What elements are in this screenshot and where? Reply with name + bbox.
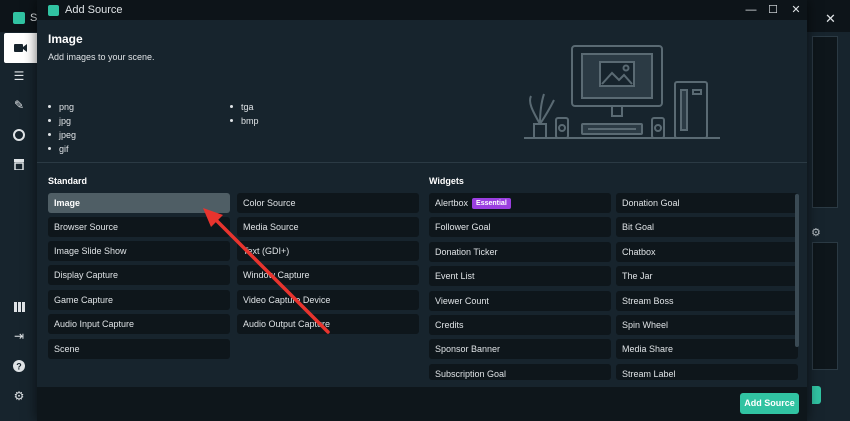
source-image-slide-show-button[interactable]: Image Slide Show <box>48 241 230 261</box>
source-video-capture-device-button[interactable]: Video Capture Device <box>237 290 419 310</box>
widget-label: Alertbox <box>435 198 469 208</box>
widget-the-jar-button[interactable]: The Jar <box>616 266 798 286</box>
mixer-icon[interactable]: ☰ <box>9 66 29 86</box>
widget-follower-goal-button[interactable]: Follower Goal <box>429 217 611 237</box>
format-item: gif <box>48 142 76 156</box>
format-list-2: tga bmp <box>230 100 259 128</box>
source-text-gdi-button[interactable]: Text (GDI+) <box>237 241 419 261</box>
editor-camera-icon[interactable] <box>4 33 37 63</box>
widget-donation-goal-button[interactable]: Donation Goal <box>616 193 798 213</box>
format-item: tga <box>230 100 259 114</box>
add-source-button[interactable]: Add Source <box>740 393 799 414</box>
source-display-capture-button[interactable]: Display Capture <box>48 265 230 285</box>
format-item: png <box>48 100 76 114</box>
widgets-scrollbar[interactable] <box>795 194 799 347</box>
app-sidebar: ☰ ✎ ⇥ ? ⚙ <box>0 32 37 421</box>
app-logo-icon <box>13 12 25 24</box>
widgets-heading: Widgets <box>429 176 464 186</box>
source-game-capture-button[interactable]: Game Capture <box>48 290 230 310</box>
source-title: Image <box>48 32 83 46</box>
go-live-button-edge[interactable] <box>812 386 821 404</box>
dialog-logo-icon <box>48 5 59 16</box>
widget-media-share-button[interactable]: Media Share <box>616 339 798 359</box>
maximize-icon[interactable]: ☐ <box>765 2 781 18</box>
widget-stream-label-button[interactable]: Stream Label <box>616 364 798 380</box>
source-browser-source-button[interactable]: Browser Source <box>48 217 230 237</box>
widget-bit-goal-button[interactable]: Bit Goal <box>616 217 798 237</box>
root: St ✕ ☰ ✎ ⇥ ? ⚙ ⚙ Add Source — ☐ ✕ Image … <box>0 0 850 421</box>
essential-badge: Essential <box>472 198 511 209</box>
layout-icon[interactable] <box>9 297 29 317</box>
source-image-button[interactable]: Image <box>48 193 230 213</box>
source-media-source-button[interactable]: Media Source <box>237 217 419 237</box>
source-description: Add images to your scene. <box>48 52 155 62</box>
add-source-dialog: Add Source — ☐ ✕ Image Add images to you… <box>37 0 807 421</box>
widget-chatbox-button[interactable]: Chatbox <box>616 242 798 262</box>
source-window-capture-button[interactable]: Window Capture <box>237 265 419 285</box>
source-audio-output-capture-button[interactable]: Audio Output Capture <box>237 314 419 334</box>
format-item: jpeg <box>48 128 76 142</box>
format-item: bmp <box>230 114 259 128</box>
format-item: jpg <box>48 114 76 128</box>
panel-gear-icon[interactable]: ⚙ <box>811 226 821 239</box>
theme-brush-icon[interactable]: ✎ <box>9 95 29 115</box>
widget-donation-ticker-button[interactable]: Donation Ticker <box>429 242 611 262</box>
svg-text:?: ? <box>16 362 22 372</box>
widget-event-list-button[interactable]: Event List <box>429 266 611 286</box>
app-close-icon[interactable]: ✕ <box>825 11 836 27</box>
mixer-panel <box>812 242 838 370</box>
format-list-1: png jpg jpeg gif <box>48 100 76 156</box>
dialog-footer: Add Source <box>37 387 807 421</box>
widget-credits-button[interactable]: Credits <box>429 315 611 335</box>
widget-stream-boss-button[interactable]: Stream Boss <box>616 291 798 311</box>
widget-spin-wheel-button[interactable]: Spin Wheel <box>616 315 798 335</box>
preview-panel <box>812 36 838 208</box>
widget-sponsor-banner-button[interactable]: Sponsor Banner <box>429 339 611 359</box>
dialog-titlebar: Add Source — ☐ ✕ <box>37 0 807 20</box>
logout-icon[interactable]: ⇥ <box>9 326 29 346</box>
source-info-header: Image Add images to your scene. png jpg … <box>37 20 807 163</box>
dialog-title: Add Source <box>65 4 123 16</box>
widget-subscription-goal-button[interactable]: Subscription Goal <box>429 364 611 380</box>
source-scene-button[interactable]: Scene <box>48 339 230 359</box>
help-icon[interactable]: ? <box>9 356 29 376</box>
source-audio-input-capture-button[interactable]: Audio Input Capture <box>48 314 230 334</box>
settings-gear-icon[interactable]: ⚙ <box>9 386 29 406</box>
source-color-source-button[interactable]: Color Source <box>237 193 419 213</box>
minimize-icon[interactable]: — <box>743 2 759 18</box>
widget-alertbox-button[interactable]: Alertbox Essential <box>429 193 611 213</box>
standard-heading: Standard <box>48 176 88 186</box>
widget-viewer-count-button[interactable]: Viewer Count <box>429 291 611 311</box>
chat-icon[interactable] <box>9 125 29 145</box>
store-icon[interactable] <box>9 154 29 174</box>
close-icon[interactable]: ✕ <box>788 2 804 18</box>
image-source-illustration <box>524 45 720 139</box>
